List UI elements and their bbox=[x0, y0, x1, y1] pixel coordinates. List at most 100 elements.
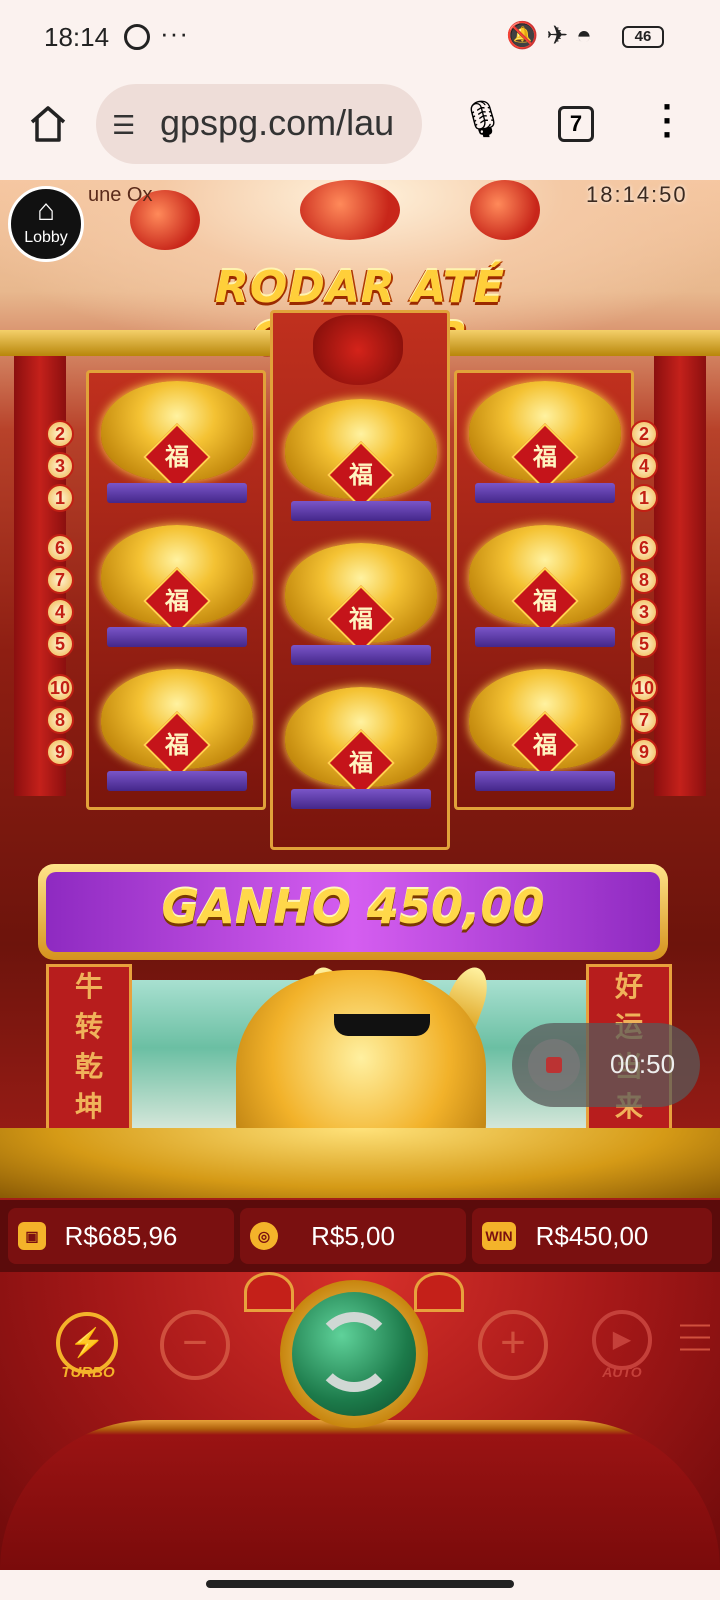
win-display: GANHO 450,00 bbox=[38, 864, 668, 960]
win-value: 450,00 bbox=[366, 880, 545, 934]
control-panel: ⚡ TURBO − + ▶ AUTO — — — bbox=[0, 1272, 720, 1570]
browser-toolbar: ☰ gpspg.com/lau 🎙 7 · · · bbox=[0, 78, 720, 180]
reel-3: 福 福 福 bbox=[454, 370, 634, 810]
address-bar[interactable]: ☰ gpspg.com/lau bbox=[96, 84, 422, 164]
screen-recorder-widget[interactable]: 00:50 bbox=[512, 1023, 700, 1107]
lantern-icon bbox=[300, 180, 400, 240]
base-decoration bbox=[0, 1420, 720, 1570]
payline-number: 2 bbox=[630, 420, 658, 448]
bet-value: R$5,00 bbox=[311, 1221, 395, 1251]
lobby-label: Lobby bbox=[24, 229, 68, 246]
gold-pile bbox=[0, 1128, 720, 1198]
banner-char: 牛 bbox=[74, 970, 103, 1003]
banner-char: 转 bbox=[74, 1010, 103, 1043]
whatsapp-icon bbox=[124, 24, 150, 50]
home-button[interactable] bbox=[26, 102, 70, 146]
gesture-nav-bar bbox=[0, 1570, 720, 1600]
gold-ingot-symbol: 福 bbox=[463, 373, 627, 507]
payline-indicators-left: 2 3 1 6 7 4 5 10 8 9 bbox=[46, 420, 74, 770]
home-icon bbox=[30, 106, 66, 142]
win-label: GANHO bbox=[161, 880, 351, 934]
payline-number: 7 bbox=[630, 706, 658, 734]
spin-horn-decoration bbox=[414, 1272, 464, 1312]
play-icon: ▶ bbox=[612, 1326, 632, 1353]
balance-row: ▣ R$685,96 ◎ R$5,00 WIN R$450,00 bbox=[0, 1200, 720, 1272]
increase-bet-button[interactable]: + bbox=[478, 1310, 548, 1380]
bet-display[interactable]: ◎ R$5,00 bbox=[240, 1208, 466, 1264]
last-win-display: WIN R$450,00 bbox=[472, 1208, 712, 1264]
payline-number: 2 bbox=[46, 420, 74, 448]
spin-horn-decoration bbox=[244, 1272, 294, 1312]
wifi-icon: ◓ bbox=[576, 20, 600, 50]
payline-number: 7 bbox=[46, 566, 74, 594]
minus-icon: − bbox=[182, 1318, 208, 1367]
battery-icon: 46 bbox=[622, 26, 664, 48]
payline-number: 6 bbox=[630, 534, 658, 562]
reel-2: 福 福 福 bbox=[270, 310, 450, 850]
gold-ingot-symbol: 福 bbox=[279, 391, 443, 525]
lightning-icon: ⚡ bbox=[69, 1327, 105, 1358]
gold-ingot-symbol: 福 bbox=[279, 535, 443, 669]
system-icons: 🔕✈◓ bbox=[506, 20, 600, 51]
payline-number: 3 bbox=[46, 452, 74, 480]
more-dots-icon: ··· bbox=[160, 18, 189, 48]
spin-button[interactable] bbox=[292, 1292, 416, 1416]
gold-ingot-symbol: 福 bbox=[95, 661, 259, 795]
lobby-button[interactable]: ⌂ Lobby bbox=[8, 186, 84, 262]
game-menu-icon[interactable]: — — — bbox=[680, 1309, 710, 1363]
status-time: 18:14 bbox=[44, 22, 110, 52]
payline-indicators-right: 2 4 1 6 8 3 5 10 7 9 bbox=[630, 420, 658, 770]
payline-number: 5 bbox=[46, 630, 74, 658]
gold-ingot-symbol: 福 bbox=[95, 517, 259, 651]
banner-char: 好 bbox=[614, 970, 643, 1003]
home-gesture-handle[interactable] bbox=[206, 1580, 514, 1588]
autoplay-label: AUTO bbox=[602, 1364, 642, 1380]
gold-ingot-symbol: 福 bbox=[463, 517, 627, 651]
turbo-label: TURBO bbox=[61, 1364, 115, 1381]
last-win-value: R$450,00 bbox=[535, 1221, 649, 1251]
banner-char: 乾 bbox=[74, 1050, 103, 1083]
reels: 2 3 1 6 7 4 5 10 8 9 福 福 福 福 福 福 福 福 福 2… bbox=[46, 310, 658, 850]
payline-number: 5 bbox=[630, 630, 658, 658]
stop-recording-button[interactable] bbox=[528, 1039, 580, 1091]
banner-char: 坤 bbox=[74, 1090, 103, 1123]
money-bag-icon bbox=[313, 315, 403, 385]
gold-ingot-symbol: 福 bbox=[279, 679, 443, 813]
payline-number: 6 bbox=[46, 534, 74, 562]
payline-number: 10 bbox=[630, 674, 658, 702]
payline-number: 8 bbox=[630, 566, 658, 594]
browser-menu-icon[interactable]: · · · bbox=[662, 89, 674, 153]
site-settings-icon[interactable]: ☰ bbox=[112, 110, 135, 141]
recording-timer: 00:50 bbox=[610, 1049, 676, 1079]
win-text: GANHO 450,00 bbox=[162, 880, 545, 934]
payline-number: 3 bbox=[630, 598, 658, 626]
autoplay-button[interactable]: ▶ bbox=[592, 1310, 652, 1370]
payline-number: 1 bbox=[46, 484, 74, 512]
payline-number: 10 bbox=[46, 674, 74, 702]
airplane-icon: ✈ bbox=[546, 20, 577, 50]
payline-number: 9 bbox=[46, 738, 74, 766]
balance-display[interactable]: ▣ R$685,96 bbox=[8, 1208, 234, 1264]
bell-off-icon: 🔕 bbox=[506, 20, 547, 50]
left-couplet-banner: 牛 转 乾 坤 bbox=[46, 964, 132, 1134]
win-display-inner: GANHO 450,00 bbox=[46, 872, 660, 952]
plus-icon: + bbox=[500, 1318, 526, 1367]
lantern-icon bbox=[470, 180, 540, 240]
gold-ingot-symbol: 福 bbox=[463, 661, 627, 795]
sunglasses-icon bbox=[334, 1014, 430, 1036]
status-bar: 18:14 ··· 🔕✈◓ 46 bbox=[0, 0, 720, 78]
decrease-bet-button[interactable]: − bbox=[160, 1310, 230, 1380]
game-title: une Ox bbox=[88, 184, 153, 206]
reel-1: 福 福 福 bbox=[86, 370, 266, 810]
home-icon: ⌂ bbox=[36, 194, 56, 227]
game-canvas[interactable]: une Ox 18:14:50 ⌂ Lobby RODAR ATÉ GANHAR… bbox=[0, 180, 720, 1570]
tab-switcher-button[interactable]: 7 bbox=[558, 106, 594, 142]
payline-number: 4 bbox=[630, 452, 658, 480]
payline-number: 9 bbox=[630, 738, 658, 766]
microphone-icon[interactable]: 🎙 bbox=[460, 98, 506, 140]
url-text[interactable]: gpspg.com/lau bbox=[160, 102, 394, 144]
spin-arrows-icon bbox=[314, 1312, 394, 1392]
game-clock: 18:14:50 bbox=[586, 182, 688, 207]
pillar bbox=[654, 356, 706, 796]
gold-ingot-symbol: 福 bbox=[95, 373, 259, 507]
